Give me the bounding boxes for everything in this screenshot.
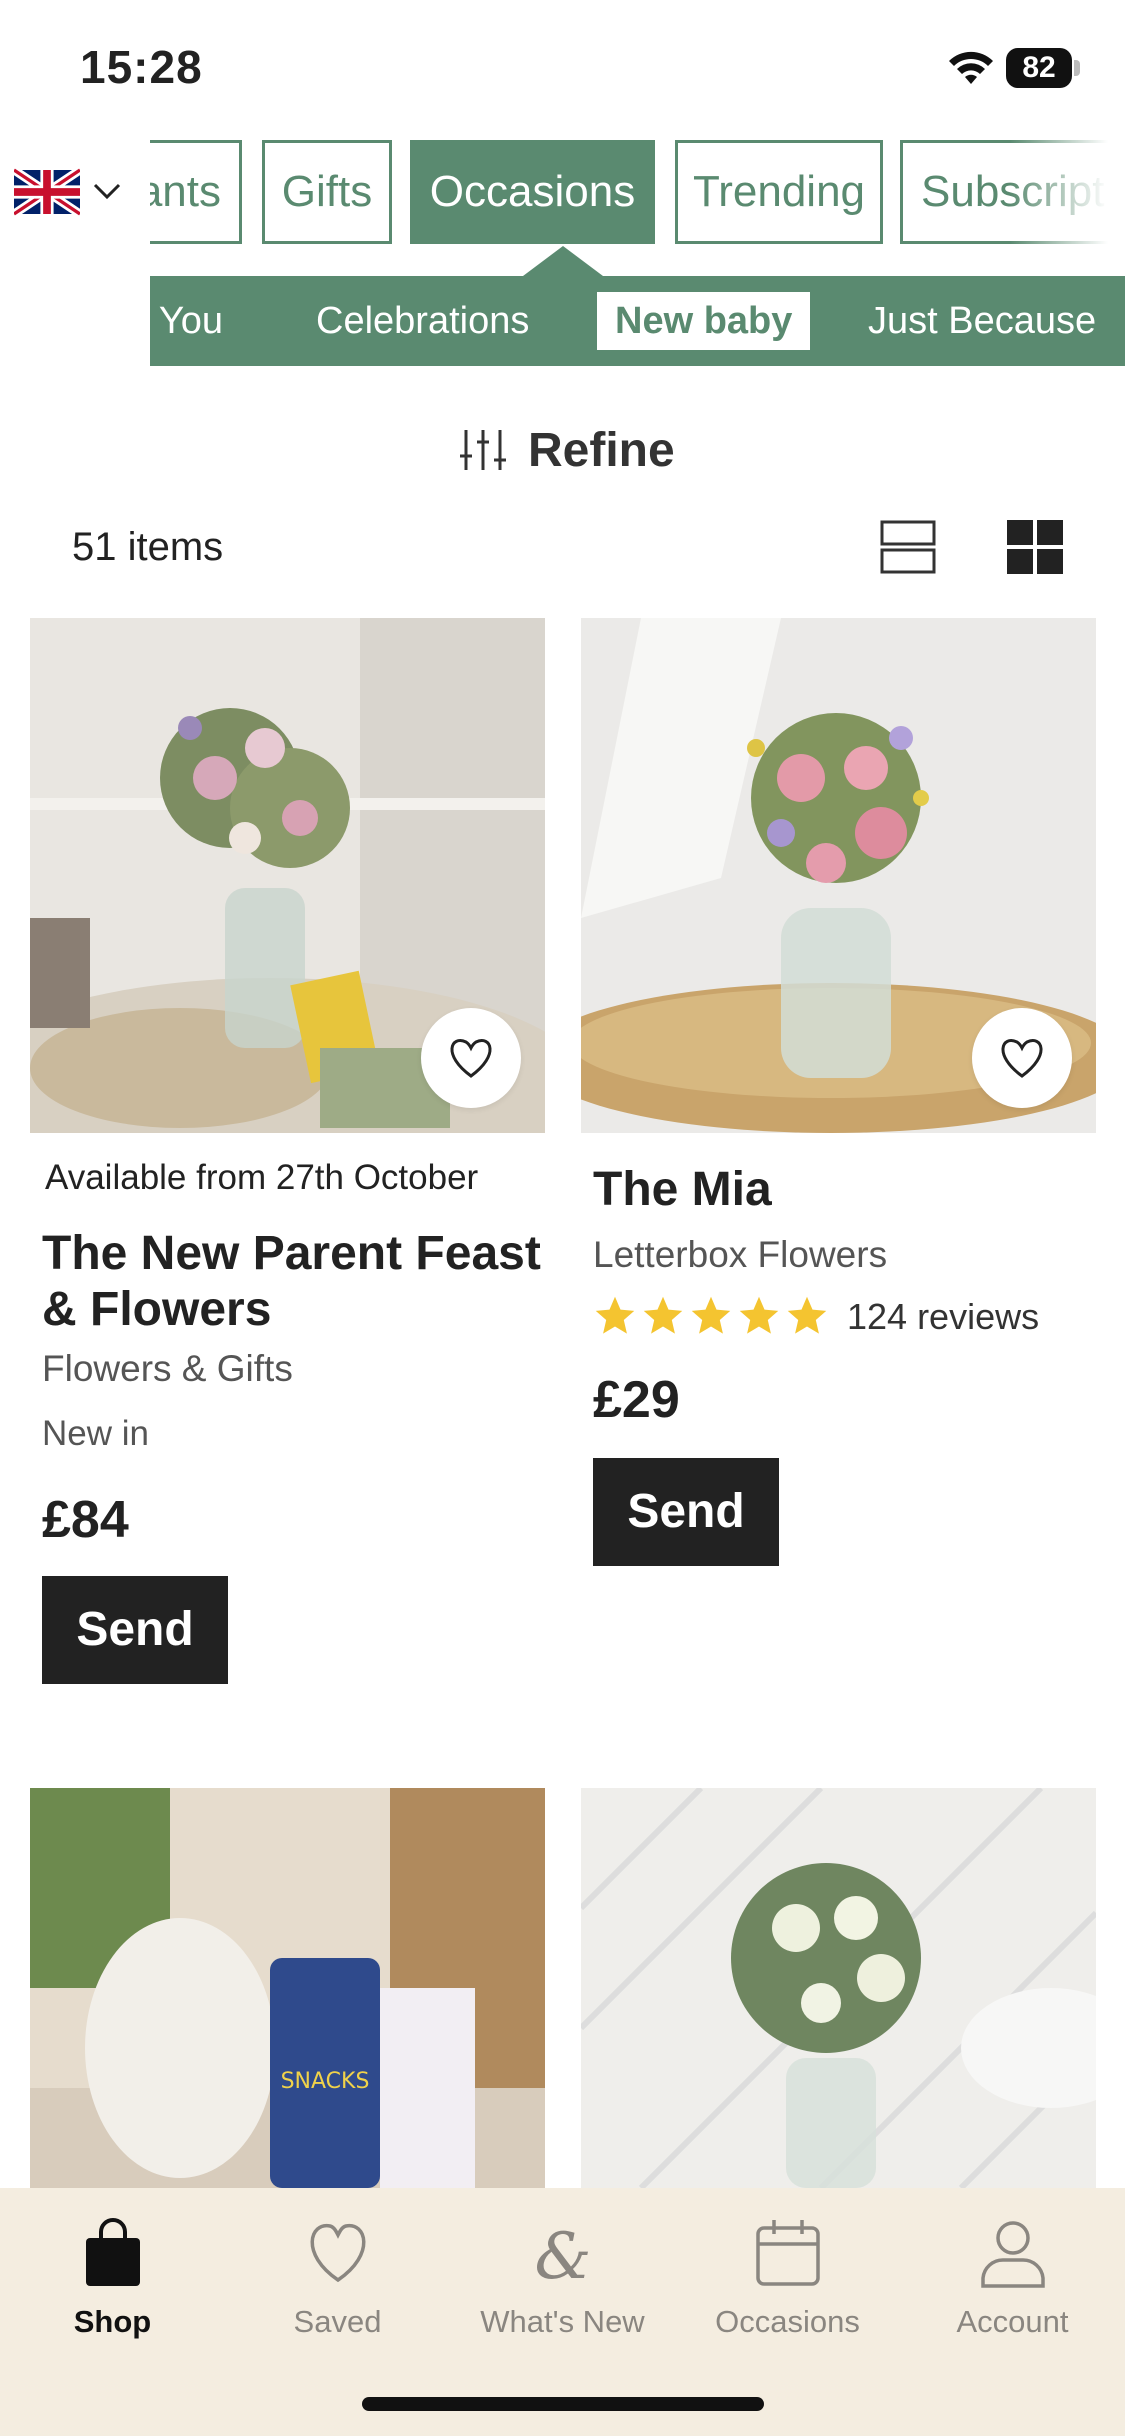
tabs-fade [1010,140,1125,245]
send-button[interactable]: Send [593,1458,779,1566]
tab-plants[interactable]: ants [150,140,242,244]
product-card[interactable]: Available from 27th October The New Pare… [30,618,545,1698]
nav-occasions-label: Occasions [715,2304,860,2339]
new-in-badge: New in [42,1414,149,1453]
subcategory-just-because[interactable]: Just Because [868,276,1096,366]
list-view-icon[interactable] [880,520,936,574]
chevron-down-icon [93,183,121,200]
battery-level: 82 [1006,48,1072,88]
sliders-icon [460,430,506,470]
tab-occasions[interactable]: Occasions [410,140,655,244]
nav-saved-label: Saved [293,2304,382,2339]
heart-icon [310,2224,365,2283]
refine-label: Refine [528,423,675,477]
review-count[interactable]: 124 reviews [847,1296,1039,1338]
nav-saved[interactable]: Saved [225,2216,450,2366]
rating-stars [593,1294,829,1338]
svg-text:SNACKS: SNACKS [281,2069,370,2094]
star-icon [739,1296,779,1334]
save-button[interactable] [421,1008,521,1108]
nav-occasions[interactable]: Occasions [675,2216,900,2366]
heart-icon [1001,1039,1043,1078]
calendar-icon [755,2220,820,2286]
active-tab-pointer [523,246,603,276]
nav-shop-label: Shop [73,2304,152,2339]
product-price: £29 [593,1371,680,1429]
product-category: Flowers & Gifts [42,1348,293,1389]
nav-shop[interactable]: Shop [0,2216,225,2366]
status-time: 15:28 [80,41,203,93]
star-icon [595,1296,635,1334]
tab-trending[interactable]: Trending [675,140,883,244]
product-card[interactable]: The Mia Letterbox Flowers 124 reviews £2… [581,618,1096,1578]
nav-account-label: Account [956,2304,1069,2339]
category-tabs: ants Gifts Occasions Trending Subscripti [150,140,1125,245]
heart-icon [450,1039,492,1078]
tab-gifts[interactable]: Gifts [262,140,392,244]
send-button[interactable]: Send [42,1576,228,1684]
battery-icon: 82 [1006,48,1080,88]
product-card[interactable] [581,1788,1096,2188]
home-indicator [362,2397,764,2411]
subcategory-bar: k You Celebrations New baby Just Because [150,276,1125,366]
country-selector[interactable] [14,162,124,222]
refine-button[interactable]: Refine [460,420,675,480]
star-icon [691,1296,731,1334]
wifi-icon [949,51,993,84]
subcategory-thank-you[interactable]: k You [150,276,223,366]
product-image[interactable] [581,1788,1096,2188]
nav-whats-new-label: What's New [480,2304,645,2339]
uk-flag-icon [14,168,80,216]
star-icon [787,1296,827,1334]
person-icon [980,2221,1045,2288]
star-icon [643,1296,683,1334]
nav-account[interactable]: Account [900,2216,1125,2366]
item-count: 51 items [72,525,224,569]
product-card[interactable]: SNACKS [30,1788,545,2188]
grid-view-icon[interactable] [1007,520,1063,574]
product-image[interactable]: SNACKS [30,1788,545,2188]
svg-text:&: & [534,2220,591,2292]
product-category: Letterbox Flowers [593,1234,888,1275]
product-name[interactable]: The Mia [593,1162,772,1218]
ampersand-icon: & [534,2220,591,2292]
subcategory-new-baby[interactable]: New baby [597,292,811,350]
product-name[interactable]: The New Parent Feast & Flowers [42,1226,542,1338]
status-bar: 15:28 82 [0,0,1125,130]
product-price: £84 [42,1491,129,1549]
subcategory-celebrations[interactable]: Celebrations [316,276,529,366]
shopping-bag-icon [85,2218,140,2286]
nav-whats-new[interactable]: & What's New [450,2216,675,2366]
save-button[interactable] [972,1008,1072,1108]
availability-note: Available from 27th October [45,1158,479,1197]
